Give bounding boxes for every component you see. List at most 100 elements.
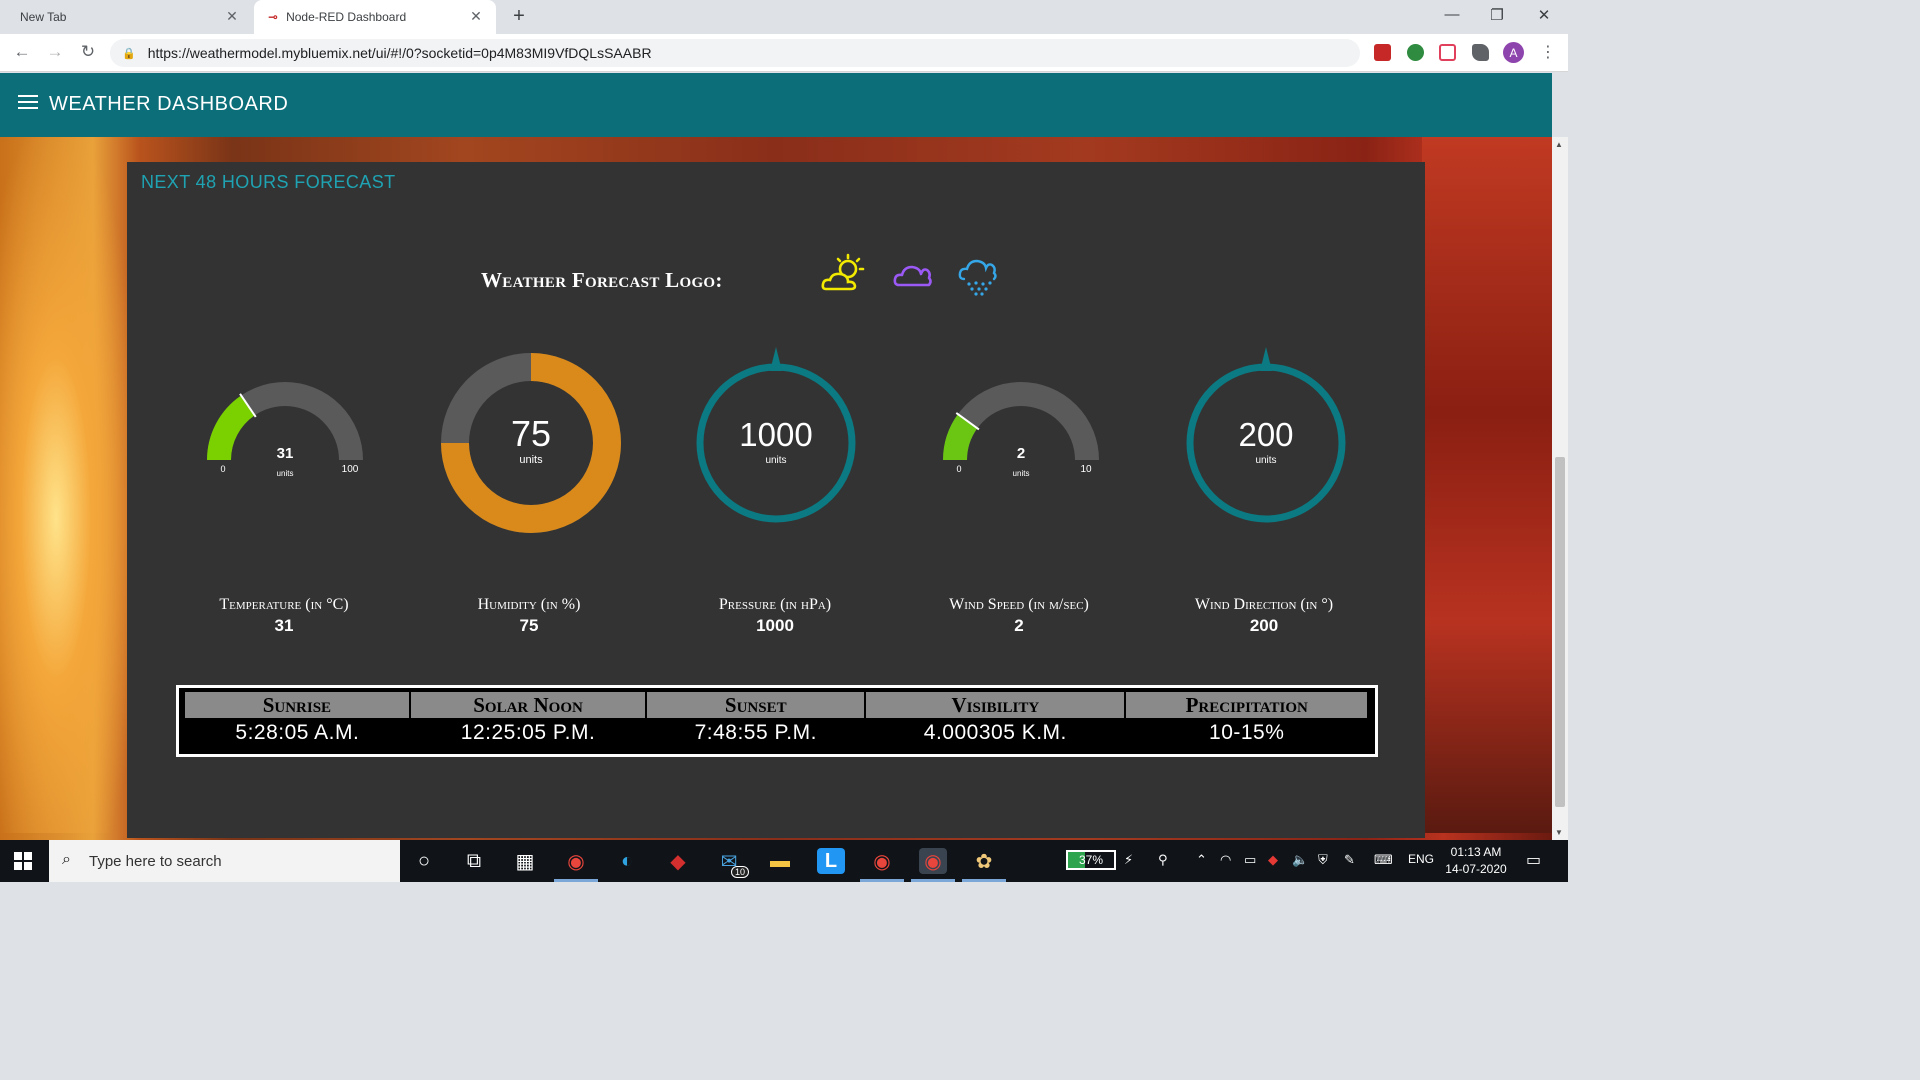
shield-icon[interactable] bbox=[1407, 44, 1424, 61]
background-autumn-image bbox=[0, 133, 140, 833]
mcafee-icon[interactable] bbox=[1374, 44, 1391, 61]
sun-table-cell: 10-15% bbox=[1209, 721, 1285, 744]
url-text: https://weathermodel.mybluemix.net/ui/#!… bbox=[147, 45, 652, 61]
background-autumn-image-right bbox=[1422, 133, 1552, 833]
chrome-icon-2[interactable]: ◉ bbox=[868, 848, 896, 874]
taskbar-active-indicator bbox=[911, 879, 955, 882]
back-arrow-icon[interactable]: ← bbox=[12, 42, 32, 62]
restore-icon[interactable]: ❐ bbox=[1487, 6, 1507, 24]
scroll-down-arrow-icon[interactable]: ▼ bbox=[1555, 828, 1563, 837]
taskbar-active-indicator bbox=[962, 879, 1006, 882]
pocket-icon[interactable] bbox=[1439, 44, 1456, 61]
tab-close-icon[interactable]: ✕ bbox=[468, 8, 484, 25]
panel-title: NEXT 48 HOURS FORECAST bbox=[141, 172, 396, 192]
sun-table-cell: 4.000305 K.M. bbox=[923, 721, 1067, 744]
wind-speed-gauge-units: units bbox=[1013, 469, 1030, 478]
cloud-icon bbox=[893, 265, 932, 287]
wind-direction-gauge-units: units bbox=[1255, 455, 1276, 466]
temperature-gauge: 31 units 0 100 bbox=[185, 338, 385, 538]
temperature-gauge-svg: 31 units 0 100 bbox=[207, 382, 363, 478]
menu-kebab-icon[interactable]: ⋮ bbox=[1540, 42, 1556, 62]
temperature-gauge-min: 0 bbox=[220, 464, 225, 474]
humidity-value: 75 bbox=[519, 616, 539, 635]
mail-icon[interactable]: ✉ 10 bbox=[715, 848, 749, 878]
sun-table-header: Visibility bbox=[865, 692, 1127, 718]
clock-date: 14-07-2020 bbox=[1445, 862, 1507, 876]
chevron-up-icon[interactable]: ⌃ bbox=[1196, 852, 1207, 868]
snow-cloud-icon bbox=[958, 259, 997, 296]
clock-time: 01:13 AM bbox=[1450, 845, 1502, 859]
hamburger-icon[interactable] bbox=[18, 95, 38, 111]
sun-info-table: Sunrise Solar Noon Sunset Visibility Precipi… bbox=[176, 685, 1378, 757]
mcafee-tray-icon[interactable]: ◆ bbox=[1268, 852, 1278, 868]
file-explorer-icon[interactable]: ▬ bbox=[766, 848, 794, 874]
puzzle-icon[interactable] bbox=[1472, 44, 1489, 61]
defender-icon[interactable]: ⛨ bbox=[1318, 852, 1328, 868]
store-icon[interactable]: ▦ bbox=[511, 848, 539, 874]
browser-tab-strip: New Tab ✕ ⊸ Node-RED Dashboard ✕ + — ❐ ✕ bbox=[0, 0, 1568, 34]
notification-icon[interactable]: ▭ bbox=[1526, 850, 1541, 870]
page-scrollbar[interactable]: ▲ ▼ bbox=[1552, 137, 1568, 840]
close-icon[interactable]: ✕ bbox=[1534, 6, 1554, 24]
people-icon[interactable]: ⚲ bbox=[1158, 852, 1168, 868]
system-clock[interactable]: 01:13 AM 14-07-2020 bbox=[1440, 844, 1512, 878]
battery-percent: 37% bbox=[1078, 853, 1104, 867]
pen-icon[interactable]: ✎ bbox=[1344, 852, 1355, 868]
browser-toolbar: ← → ↻ 🔒 https://weathermodel.mybluemix.n… bbox=[0, 34, 1568, 72]
node-red-favicon-icon: ⊸ bbox=[268, 10, 279, 24]
search-placeholder: Type here to search bbox=[89, 852, 222, 870]
address-bar[interactable]: 🔒 https://weathermodel.mybluemix.net/ui/… bbox=[110, 39, 1360, 67]
wifi-icon[interactable]: ◠ bbox=[1220, 852, 1231, 868]
power-icon[interactable]: ▭ bbox=[1244, 852, 1256, 868]
windows-taskbar: ⌕ Type here to search ○ ⧉ ▦ ◉ ◐ ◆ ✉ 10 ▬ L ◉ ◉ ✿ 37%… bbox=[0, 840, 1568, 882]
volume-icon[interactable]: 🔈 bbox=[1292, 852, 1308, 868]
l-app-icon[interactable]: L bbox=[817, 848, 845, 874]
wind-direction-gauge-value: 200 bbox=[1238, 416, 1293, 453]
pressure-label: Pressure (in hPa) bbox=[718, 596, 832, 613]
plus-icon[interactable]: + bbox=[508, 5, 530, 28]
humidity-gauge-units: units bbox=[519, 454, 543, 466]
pressure-gauge-pointer bbox=[770, 347, 782, 371]
sun-table-header: Sunset bbox=[646, 692, 867, 718]
partly-sunny-icon bbox=[821, 253, 865, 291]
temperature-label: Temperature (in °C) bbox=[219, 596, 349, 613]
mcafee-icon[interactable]: ◆ bbox=[664, 848, 692, 874]
pressure-gauge-svg: 1000 units bbox=[696, 347, 856, 523]
chrome-icon-3[interactable]: ◉ bbox=[919, 848, 947, 874]
forward-arrow-icon[interactable]: → bbox=[45, 42, 65, 62]
tab-node-red-dashboard[interactable]: ⊸ Node-RED Dashboard ✕ bbox=[254, 0, 496, 34]
wind-speed-gauge: 2 units 0 10 bbox=[921, 338, 1121, 538]
search-icon: ⌕ bbox=[62, 851, 71, 868]
edge-icon[interactable]: ◐ bbox=[613, 848, 641, 874]
battery-indicator[interactable]: 37% bbox=[1066, 850, 1116, 870]
task-view-icon[interactable]: ⧉ bbox=[460, 848, 488, 874]
lock-icon: 🔒 bbox=[122, 47, 136, 60]
sun-table-header: Solar Noon bbox=[409, 692, 648, 718]
minimize-icon[interactable]: — bbox=[1442, 6, 1462, 23]
cortana-icon[interactable]: ○ bbox=[410, 848, 438, 874]
tab-close-icon[interactable]: ✕ bbox=[224, 8, 240, 25]
taskbar-search-input[interactable]: ⌕ Type here to search bbox=[49, 840, 400, 882]
chrome-icon[interactable]: ◉ bbox=[562, 848, 590, 874]
wind-speed-value: 2 bbox=[1014, 616, 1024, 635]
profile-avatar[interactable]: A bbox=[1503, 42, 1524, 63]
scrollbar-thumb[interactable] bbox=[1555, 457, 1565, 807]
wind-speed-gauge-value: 2 bbox=[1017, 445, 1025, 462]
temperature-value: 31 bbox=[274, 616, 294, 635]
windows-start-icon[interactable] bbox=[14, 852, 32, 870]
paint-icon[interactable]: ✿ bbox=[970, 848, 998, 874]
pressure-gauge: 1000 units bbox=[676, 338, 876, 538]
reload-icon[interactable]: ↻ bbox=[78, 42, 98, 62]
keyboard-icon[interactable]: ⌨ bbox=[1374, 852, 1393, 868]
humidity-gauge-value: 75 bbox=[511, 413, 551, 454]
app-header: WEATHER DASHBOARD bbox=[0, 73, 1552, 137]
scroll-up-arrow-icon[interactable]: ▲ bbox=[1555, 140, 1563, 149]
wind-direction-gauge-svg: 200 units bbox=[1186, 347, 1346, 523]
language-indicator[interactable]: ENG bbox=[1408, 852, 1434, 866]
wind-direction-gauge: 200 units bbox=[1166, 338, 1366, 538]
app-title: WEATHER DASHBOARD bbox=[49, 93, 289, 115]
humidity-gauge: 75 units bbox=[431, 338, 631, 538]
tab-new-tab[interactable]: New Tab ✕ bbox=[0, 0, 252, 34]
sun-table-cell: 12:25:05 P.M. bbox=[460, 721, 596, 744]
mail-badge: 10 bbox=[730, 866, 749, 878]
